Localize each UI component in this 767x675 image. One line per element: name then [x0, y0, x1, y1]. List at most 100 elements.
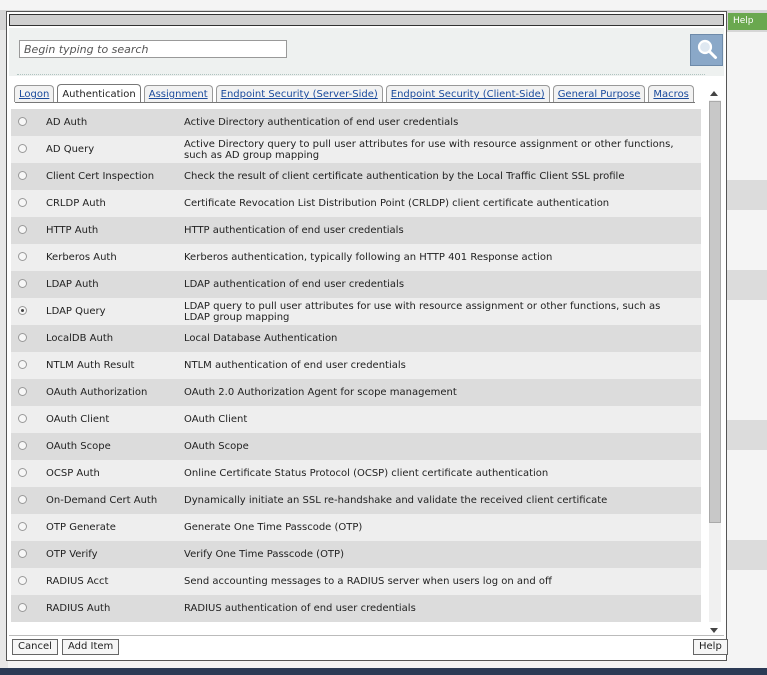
- item-radio[interactable]: [18, 171, 27, 180]
- list-item[interactable]: LocalDB Auth Local Database Authenticatio…: [11, 325, 701, 352]
- list-item[interactable]: HTTP Auth HTTP authentication of end user…: [11, 217, 701, 244]
- item-name: Client Cert Inspection: [46, 171, 155, 182]
- item-radio[interactable]: [18, 387, 27, 396]
- item-radio[interactable]: [18, 144, 27, 153]
- item-description: RADIUS authentication of end user creden…: [184, 603, 416, 614]
- item-description: Active Directory authentication of end u…: [184, 117, 459, 128]
- tab-general-purpose[interactable]: General Purpose: [552, 85, 646, 102]
- list-item[interactable]: AD Auth Active Directory authentication o…: [11, 109, 701, 136]
- list-item[interactable]: CRLDP Auth Certificate Revocation List Di…: [11, 190, 701, 217]
- search-separator: [17, 74, 705, 75]
- item-name: HTTP Auth: [46, 225, 99, 236]
- list-item[interactable]: RADIUS Auth RADIUS authentication of end …: [11, 595, 701, 622]
- list-item[interactable]: OAuth Scope OAuth Scope: [11, 433, 701, 460]
- background-band: [727, 270, 767, 300]
- search-input[interactable]: [19, 40, 287, 58]
- search-area: [9, 28, 724, 76]
- item-description: NTLM authentication of end user credenti…: [184, 360, 406, 371]
- item-description: Verify One Time Passcode (OTP): [184, 549, 344, 560]
- cancel-button[interactable]: Cancel: [12, 639, 58, 655]
- background-band: [727, 420, 767, 450]
- item-radio[interactable]: [18, 468, 27, 477]
- item-description: Active Directory query to pull user attr…: [184, 138, 674, 161]
- help-button[interactable]: Help: [693, 639, 728, 655]
- list-item[interactable]: OAuth Authorization OAuth 2.0 Authorizati…: [11, 379, 701, 406]
- item-description: Kerberos authentication, typically follo…: [184, 252, 553, 263]
- item-radio[interactable]: [18, 252, 27, 261]
- item-description: HTTP authentication of end user credenti…: [184, 225, 404, 236]
- item-radio[interactable]: [18, 198, 27, 207]
- tab-underline: [15, 102, 695, 103]
- item-radio[interactable]: [18, 495, 27, 504]
- item-name: RADIUS Auth: [46, 603, 111, 614]
- item-radio[interactable]: [18, 306, 27, 315]
- scroll-up-arrow-icon[interactable]: [710, 91, 718, 96]
- item-description: Online Certificate Status Protocol (OCSP…: [184, 468, 549, 479]
- item-radio[interactable]: [18, 225, 27, 234]
- item-radio[interactable]: [18, 549, 27, 558]
- scroll-down-arrow-icon[interactable]: [710, 628, 718, 633]
- item-radio[interactable]: [18, 522, 27, 531]
- background-band: [727, 180, 767, 210]
- item-radio[interactable]: [18, 117, 27, 126]
- item-name: NTLM Auth Result: [46, 360, 135, 371]
- item-name: OAuth Authorization: [46, 387, 148, 398]
- item-description: LDAP authentication of end user credenti…: [184, 279, 405, 290]
- item-name: AD Auth: [46, 117, 88, 128]
- item-name: CRLDP Auth: [46, 198, 106, 209]
- tab-macros[interactable]: Macros: [648, 85, 694, 102]
- item-radio[interactable]: [18, 414, 27, 423]
- background-taskbar: [0, 668, 767, 675]
- background-help-button[interactable]: Help: [728, 13, 767, 30]
- list-item[interactable]: RADIUS Acct Send accounting messages to a…: [11, 568, 701, 595]
- tab-endpoint-security-client-side[interactable]: Endpoint Security (Client-Side): [385, 85, 550, 102]
- item-radio[interactable]: [18, 576, 27, 585]
- list-item[interactable]: On-Demand Cert Auth Dynamically initiate …: [11, 487, 701, 514]
- tab-endpoint-security-server-side[interactable]: Endpoint Security (Server-Side): [215, 85, 383, 102]
- list-item[interactable]: NTLM Auth Result NTLM authentication of e…: [11, 352, 701, 379]
- item-name: LDAP Query: [46, 306, 106, 317]
- list-item[interactable]: Client Cert Inspection Check the result o…: [11, 163, 701, 190]
- item-radio[interactable]: [18, 441, 27, 450]
- tab-authentication[interactable]: Authentication: [57, 84, 141, 103]
- dialog-titlebar[interactable]: [9, 14, 724, 26]
- item-description: OAuth 2.0 Authorization Agent for scope …: [184, 387, 457, 398]
- item-name: AD Query: [46, 144, 95, 155]
- item-name: LocalDB Auth: [46, 333, 114, 344]
- list-item[interactable]: OCSP Auth Online Certificate Status Proto…: [11, 460, 701, 487]
- item-description: Send accounting messages to a RADIUS ser…: [184, 576, 552, 587]
- item-description: OAuth Client: [184, 414, 248, 425]
- item-radio[interactable]: [18, 333, 27, 342]
- item-description: Generate One Time Passcode (OTP): [184, 522, 363, 533]
- background-band: [727, 540, 767, 570]
- item-name: RADIUS Acct: [46, 576, 109, 587]
- item-description: Dynamically initiate an SSL re-handshake…: [184, 495, 608, 506]
- footer-separator: [9, 635, 724, 636]
- item-list: AD Auth Active Directory authentication o…: [11, 109, 701, 634]
- tab-logon[interactable]: Logon: [14, 85, 55, 102]
- add-item-button[interactable]: Add Item: [62, 639, 120, 655]
- list-item[interactable]: OTP Generate Generate One Time Passcode (…: [11, 514, 701, 541]
- item-radio[interactable]: [18, 360, 27, 369]
- list-item[interactable]: OAuth Client OAuth Client: [11, 406, 701, 433]
- list-item[interactable]: LDAP Query LDAP query to pull user attrib…: [11, 298, 701, 325]
- item-name: OAuth Client: [46, 414, 110, 425]
- item-radio[interactable]: [18, 279, 27, 288]
- list-item[interactable]: Kerberos Auth Kerberos authentication, ty…: [11, 244, 701, 271]
- list-item[interactable]: LDAP Auth LDAP authentication of end user…: [11, 271, 701, 298]
- list-item[interactable]: OTP Verify Verify One Time Passcode (OTP): [11, 541, 701, 568]
- search-button[interactable]: [690, 34, 723, 66]
- item-description: Local Database Authentication: [184, 333, 338, 344]
- tab-assignment[interactable]: Assignment: [143, 85, 213, 102]
- scroll-thumb[interactable]: [709, 101, 721, 523]
- search-icon: [696, 38, 718, 63]
- item-name: LDAP Auth: [46, 279, 99, 290]
- item-description: Check the result of client certificate a…: [184, 171, 625, 182]
- item-name: OCSP Auth: [46, 468, 100, 479]
- item-radio[interactable]: [18, 603, 27, 612]
- list-item[interactable]: AD Query Active Directory query to pull u…: [11, 136, 701, 163]
- item-name: OTP Verify: [46, 549, 98, 560]
- item-name: Kerberos Auth: [46, 252, 117, 263]
- list-scrollbar[interactable]: [707, 88, 721, 636]
- add-item-dialog: LogonAuthenticationAssignmentEndpoint Se…: [6, 11, 728, 661]
